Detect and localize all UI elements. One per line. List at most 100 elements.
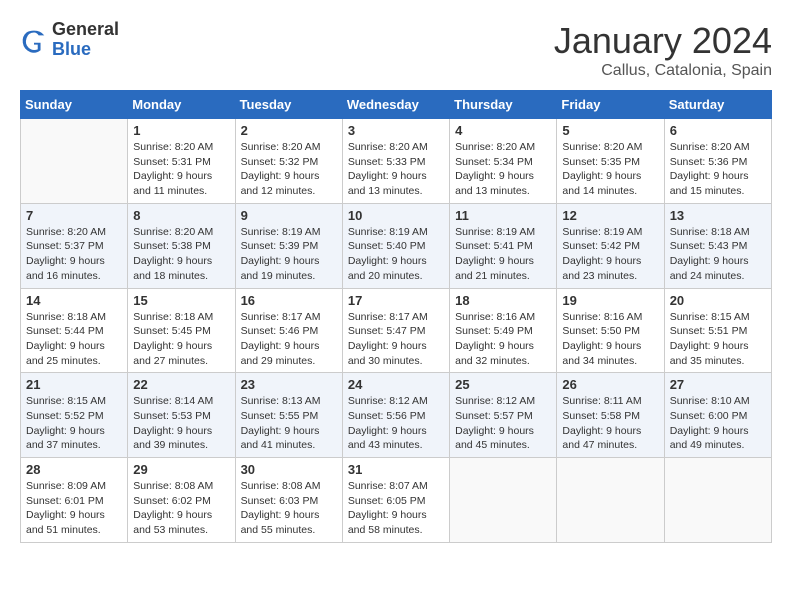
header-cell-thursday: Thursday	[450, 91, 557, 119]
day-cell	[664, 458, 771, 543]
day-info: Sunrise: 8:11 AMSunset: 5:58 PMDaylight:…	[562, 394, 658, 453]
day-number: 20	[670, 293, 766, 308]
day-info: Sunrise: 8:16 AMSunset: 5:49 PMDaylight:…	[455, 310, 551, 369]
day-number: 15	[133, 293, 229, 308]
logo-general-text: General	[52, 20, 119, 40]
logo-icon	[20, 26, 48, 54]
day-number: 23	[241, 377, 337, 392]
week-row-3: 14Sunrise: 8:18 AMSunset: 5:44 PMDayligh…	[21, 288, 772, 373]
day-cell: 8 Sunrise: 8:20 AMSunset: 5:38 PMDaylight…	[128, 203, 235, 288]
day-info: Sunrise: 8:16 AMSunset: 5:50 PMDaylight:…	[562, 310, 658, 369]
logo-text: General Blue	[52, 20, 119, 60]
day-number: 10	[348, 208, 444, 223]
day-cell: 16Sunrise: 8:17 AMSunset: 5:46 PMDayligh…	[235, 288, 342, 373]
day-cell: 25 Sunrise: 8:12 AMSunset: 5:57 PMDayligh…	[450, 373, 557, 458]
day-number: 12	[562, 208, 658, 223]
day-number: 21	[26, 377, 122, 392]
day-number: 25	[455, 377, 551, 392]
day-info: Sunrise: 8:20 AMSunset: 5:31 PMDaylight:…	[133, 140, 229, 199]
day-info: Sunrise: 8:18 AMSunset: 5:43 PMDaylight:…	[670, 225, 766, 284]
day-number: 13	[670, 208, 766, 223]
day-number: 26	[562, 377, 658, 392]
day-cell: 1 Sunrise: 8:20 AMSunset: 5:31 PMDaylight…	[128, 119, 235, 204]
day-info: Sunrise: 8:18 AMSunset: 5:45 PMDaylight:…	[133, 310, 229, 369]
day-info: Sunrise: 8:19 AMSunset: 5:40 PMDaylight:…	[348, 225, 444, 284]
day-cell: 24Sunrise: 8:12 AMSunset: 5:56 PMDayligh…	[342, 373, 449, 458]
logo-blue-text: Blue	[52, 40, 119, 60]
day-number: 8	[133, 208, 229, 223]
calendar-body: 1 Sunrise: 8:20 AMSunset: 5:31 PMDaylight…	[21, 119, 772, 543]
day-cell: 31 Sunrise: 8:07 AMSunset: 6:05 PMDayligh…	[342, 458, 449, 543]
day-info: Sunrise: 8:10 AMSunset: 6:00 PMDaylight:…	[670, 394, 766, 453]
day-info: Sunrise: 8:07 AMSunset: 6:05 PMDaylight:…	[348, 479, 444, 538]
day-info: Sunrise: 8:15 AMSunset: 5:52 PMDaylight:…	[26, 394, 122, 453]
page-header: General Blue January 2024 Callus, Catalo…	[20, 20, 772, 80]
day-number: 29	[133, 462, 229, 477]
day-number: 19	[562, 293, 658, 308]
day-number: 7	[26, 208, 122, 223]
day-number: 31	[348, 462, 444, 477]
day-number: 28	[26, 462, 122, 477]
week-row-1: 1 Sunrise: 8:20 AMSunset: 5:31 PMDaylight…	[21, 119, 772, 204]
day-cell: 30 Sunrise: 8:08 AMSunset: 6:03 PMDayligh…	[235, 458, 342, 543]
day-number: 9	[241, 208, 337, 223]
week-row-5: 28 Sunrise: 8:09 AMSunset: 6:01 PMDayligh…	[21, 458, 772, 543]
day-cell: 6 Sunrise: 8:20 AMSunset: 5:36 PMDaylight…	[664, 119, 771, 204]
day-number: 6	[670, 123, 766, 138]
day-cell: 14Sunrise: 8:18 AMSunset: 5:44 PMDayligh…	[21, 288, 128, 373]
day-cell: 29Sunrise: 8:08 AMSunset: 6:02 PMDayligh…	[128, 458, 235, 543]
day-info: Sunrise: 8:14 AMSunset: 5:53 PMDaylight:…	[133, 394, 229, 453]
day-cell	[450, 458, 557, 543]
day-cell: 22 Sunrise: 8:14 AMSunset: 5:53 PMDayligh…	[128, 373, 235, 458]
day-info: Sunrise: 8:20 AMSunset: 5:38 PMDaylight:…	[133, 225, 229, 284]
day-number: 5	[562, 123, 658, 138]
header-cell-monday: Monday	[128, 91, 235, 119]
day-number: 18	[455, 293, 551, 308]
day-number: 16	[241, 293, 337, 308]
day-info: Sunrise: 8:12 AMSunset: 5:56 PMDaylight:…	[348, 394, 444, 453]
day-info: Sunrise: 8:20 AMSunset: 5:34 PMDaylight:…	[455, 140, 551, 199]
day-cell: 20Sunrise: 8:15 AMSunset: 5:51 PMDayligh…	[664, 288, 771, 373]
day-cell: 10 Sunrise: 8:19 AMSunset: 5:40 PMDayligh…	[342, 203, 449, 288]
day-info: Sunrise: 8:20 AMSunset: 5:33 PMDaylight:…	[348, 140, 444, 199]
day-info: Sunrise: 8:13 AMSunset: 5:55 PMDaylight:…	[241, 394, 337, 453]
day-number: 14	[26, 293, 122, 308]
calendar-table: SundayMondayTuesdayWednesdayThursdayFrid…	[20, 90, 772, 543]
day-info: Sunrise: 8:19 AMSunset: 5:42 PMDaylight:…	[562, 225, 658, 284]
day-cell: 2 Sunrise: 8:20 AMSunset: 5:32 PMDaylight…	[235, 119, 342, 204]
day-cell: 17Sunrise: 8:17 AMSunset: 5:47 PMDayligh…	[342, 288, 449, 373]
calendar-header: SundayMondayTuesdayWednesdayThursdayFrid…	[21, 91, 772, 119]
day-info: Sunrise: 8:12 AMSunset: 5:57 PMDaylight:…	[455, 394, 551, 453]
day-number: 30	[241, 462, 337, 477]
day-number: 1	[133, 123, 229, 138]
title-block: January 2024 Callus, Catalonia, Spain	[554, 20, 772, 80]
header-cell-friday: Friday	[557, 91, 664, 119]
day-cell: 11Sunrise: 8:19 AMSunset: 5:41 PMDayligh…	[450, 203, 557, 288]
day-number: 4	[455, 123, 551, 138]
week-row-2: 7 Sunrise: 8:20 AMSunset: 5:37 PMDaylight…	[21, 203, 772, 288]
calendar-subtitle: Callus, Catalonia, Spain	[554, 62, 772, 80]
day-info: Sunrise: 8:19 AMSunset: 5:39 PMDaylight:…	[241, 225, 337, 284]
day-cell	[557, 458, 664, 543]
day-cell: 12 Sunrise: 8:19 AMSunset: 5:42 PMDayligh…	[557, 203, 664, 288]
day-cell: 18 Sunrise: 8:16 AMSunset: 5:49 PMDayligh…	[450, 288, 557, 373]
day-info: Sunrise: 8:20 AMSunset: 5:32 PMDaylight:…	[241, 140, 337, 199]
day-info: Sunrise: 8:20 AMSunset: 5:37 PMDaylight:…	[26, 225, 122, 284]
day-cell: 27 Sunrise: 8:10 AMSunset: 6:00 PMDayligh…	[664, 373, 771, 458]
day-cell: 4 Sunrise: 8:20 AMSunset: 5:34 PMDaylight…	[450, 119, 557, 204]
day-number: 17	[348, 293, 444, 308]
day-number: 27	[670, 377, 766, 392]
day-info: Sunrise: 8:08 AMSunset: 6:03 PMDaylight:…	[241, 479, 337, 538]
day-number: 2	[241, 123, 337, 138]
header-row: SundayMondayTuesdayWednesdayThursdayFrid…	[21, 91, 772, 119]
header-cell-sunday: Sunday	[21, 91, 128, 119]
day-cell: 19 Sunrise: 8:16 AMSunset: 5:50 PMDayligh…	[557, 288, 664, 373]
day-info: Sunrise: 8:09 AMSunset: 6:01 PMDaylight:…	[26, 479, 122, 538]
day-cell: 3 Sunrise: 8:20 AMSunset: 5:33 PMDaylight…	[342, 119, 449, 204]
calendar-title: January 2024	[554, 20, 772, 62]
day-cell: 15 Sunrise: 8:18 AMSunset: 5:45 PMDayligh…	[128, 288, 235, 373]
day-info: Sunrise: 8:20 AMSunset: 5:36 PMDaylight:…	[670, 140, 766, 199]
day-cell: 9 Sunrise: 8:19 AMSunset: 5:39 PMDaylight…	[235, 203, 342, 288]
day-number: 3	[348, 123, 444, 138]
day-number: 22	[133, 377, 229, 392]
